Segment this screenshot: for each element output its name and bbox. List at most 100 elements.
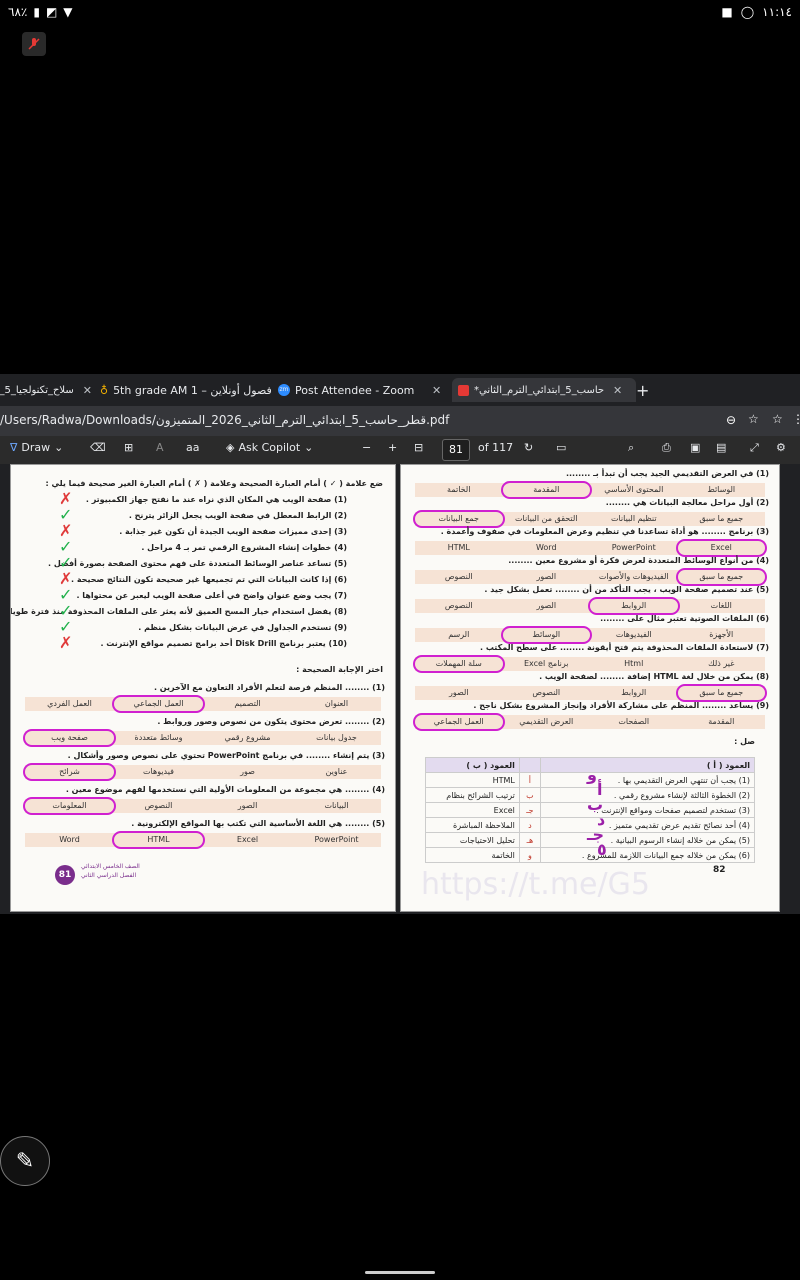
page-number: 82 bbox=[713, 865, 726, 875]
zoom-out-button[interactable]: − bbox=[362, 441, 371, 454]
statement-item: (1) صفحة الويب هي المكان الذي نراه عند م… bbox=[85, 495, 347, 504]
mcq-options: النصوص الصور الروابط اللغات bbox=[415, 597, 765, 615]
statement-item: (3) إحدى مميزات صفحة الويب الجيدة أن تكو… bbox=[119, 527, 347, 536]
mcq-options: الصور النصوص الروابط جميع ما سبق bbox=[415, 684, 767, 702]
mcq-option: الوسائط bbox=[707, 485, 736, 494]
page-number-input[interactable]: 81 bbox=[442, 439, 470, 461]
page-view-icon[interactable]: ▭ bbox=[556, 441, 566, 454]
question-2-title: صل : bbox=[734, 737, 755, 746]
chevron-down-icon: ⌄ bbox=[54, 441, 64, 454]
mcq-question: (3) برنامج ........ هو أداة تساعدنا في ت… bbox=[440, 527, 769, 536]
draw-label: Draw bbox=[21, 441, 51, 454]
edit-pencil-button[interactable]: ✎ bbox=[0, 1136, 50, 1186]
save-as-icon[interactable]: ▤ bbox=[716, 441, 726, 454]
tab-4-active[interactable]: *قطر_حاسب_5_ابتدائي_الترم_الثاني ✕ bbox=[452, 378, 636, 402]
copilot-icon: ◈ bbox=[226, 441, 235, 454]
zoom-icon: zm bbox=[278, 384, 290, 396]
mcq-question: (3) يتم إنشاء ........ في برنامج PowerPo… bbox=[67, 751, 385, 760]
statement-item: (2) الرابط المعطل في صفحة الويب يجعل الز… bbox=[128, 511, 347, 520]
mcq-option: جميع ما سبق bbox=[675, 684, 767, 702]
statement-item: (4) خطوات إنشاء المشروع الرقمي تمر بـ 4 … bbox=[141, 543, 347, 552]
mcq-option: سلة المهملات bbox=[413, 655, 505, 673]
statement-item: (10) يعتبر برنامج Disk Drill أحد برامج ت… bbox=[100, 639, 347, 648]
mcq-options: سلة المهملات برنامج Excel Html غير ذلك bbox=[413, 655, 765, 673]
mcq-option: فيديوهات bbox=[143, 767, 174, 776]
mcq-option: جميع ما سبق bbox=[699, 514, 744, 523]
column-a-cell: (4) أحد نصائح تقديم عرض تقديمي متميز . bbox=[539, 817, 756, 833]
mcq-question: (4) من أنواع الوسائط المتعددة لعرض فكرة … bbox=[508, 556, 769, 565]
letter-cell: د bbox=[518, 817, 541, 833]
mcq-option: الخاتمة bbox=[447, 485, 471, 494]
mcq-options: شرائح فيديوهات صور عناوين bbox=[23, 763, 381, 781]
close-icon[interactable]: ✕ bbox=[83, 384, 92, 397]
chevron-down-icon: ⌄ bbox=[304, 441, 314, 454]
mcq-option: تنظيم البيانات bbox=[610, 514, 657, 523]
close-icon[interactable]: ✕ bbox=[613, 384, 622, 397]
column-b-cell: Excel bbox=[425, 802, 520, 818]
statement-item: (9) تستخدم الجداول في عرض البيانات بشكل … bbox=[138, 623, 347, 632]
read-aloud-icon[interactable]: aa bbox=[186, 441, 199, 454]
tab-label: *قطر_حاسب_5_ابتدائي_الترم_الثاني bbox=[474, 384, 604, 396]
whatsapp-icon: ◯ bbox=[740, 5, 755, 19]
address-text[interactable]: /Users/Radwa/Downloads/قطر_حاسب_5_ابتدائ… bbox=[0, 413, 449, 427]
zoom-in-button[interactable]: + bbox=[388, 441, 397, 454]
ask-copilot-button[interactable]: ◈ Ask Copilot ⌄ bbox=[226, 441, 313, 454]
mcq-option: جمع البيانات bbox=[413, 510, 505, 528]
mcq-option: الروابط bbox=[621, 688, 647, 697]
column-a-cell: (3) تستخدم لتصميم صفحات ومواقع الإنترنت … bbox=[539, 802, 756, 818]
text-box-icon[interactable]: ⊞ bbox=[124, 441, 133, 454]
home-indicator[interactable] bbox=[365, 1271, 435, 1274]
wifi-icon: ▼ bbox=[63, 5, 73, 19]
column-a-header: العمود ( أ ) bbox=[539, 757, 756, 773]
mcq-option: برنامج Excel bbox=[524, 659, 569, 668]
mcq-option: الرسم bbox=[448, 630, 470, 639]
search-icon[interactable]: ⌕ bbox=[628, 441, 634, 455]
address-bar[interactable]: /Users/Radwa/Downloads/قطر_حاسب_5_ابتدائ… bbox=[0, 406, 800, 436]
mcq-option: وسائط متعددة bbox=[134, 733, 183, 742]
tab-1[interactable]: سلاح_تكنولجيا_5_ابتدائ ✕ bbox=[0, 378, 92, 402]
column-b-cell: HTML bbox=[425, 772, 520, 788]
mcq-option: الصور bbox=[237, 801, 258, 810]
tab-label: 5th grade AM 1 – فصول أونلاين bbox=[113, 383, 272, 397]
mcq-option: الصور bbox=[448, 688, 469, 697]
mcq-option: العنوان bbox=[324, 699, 349, 708]
favorites-icon[interactable]: ☆ bbox=[772, 412, 783, 426]
tab-3[interactable]: zm Post Attendee - Zoom ✕ bbox=[278, 378, 446, 402]
mcq-options: المعلومات النصوص الصور البيانات bbox=[23, 797, 381, 815]
mcq-option: غير ذلك bbox=[708, 659, 735, 668]
pdf-icon bbox=[458, 384, 469, 396]
mcq-question: (1) في العرض التقديمي الجيد يجب أن تبدأ … bbox=[565, 469, 769, 478]
extensions-icon[interactable]: ⋮ bbox=[792, 412, 800, 426]
new-tab-button[interactable]: + bbox=[636, 378, 649, 402]
column-a-cell: (6) يمكن من خلاله جمع البيانات اللازمة ل… bbox=[539, 847, 756, 863]
mcq-options: الخاتمة المقدمة المحتوى الأساسي الوسائط bbox=[415, 481, 765, 499]
star-icon[interactable]: ☆ bbox=[748, 412, 759, 426]
mcq-question: (4) ........ هي مجموعة من المعلومات الأو… bbox=[65, 785, 385, 794]
fit-page-icon[interactable]: ⊟ bbox=[414, 441, 423, 454]
cross-mark-icon: ✗ bbox=[59, 633, 73, 652]
fullscreen-icon[interactable]: ⤢ bbox=[750, 441, 759, 455]
no-sim-icon: ◩ bbox=[45, 5, 58, 19]
mic-muted-icon[interactable] bbox=[22, 32, 46, 56]
mcq-question: (2) ........ تعرض محتوى يتكون من نصوص وص… bbox=[157, 717, 385, 726]
mcq-options: Word HTML Excel PowerPoint bbox=[25, 831, 381, 849]
mcq-option: اللغات bbox=[710, 601, 732, 610]
settings-gear-icon[interactable]: ⚙ bbox=[776, 441, 786, 454]
close-icon[interactable]: ✕ bbox=[432, 384, 441, 397]
ask-copilot-label: Ask Copilot bbox=[238, 441, 301, 454]
letter-cell: هـ bbox=[518, 832, 541, 848]
save-icon[interactable]: ▣ bbox=[690, 441, 700, 454]
print-icon[interactable]: ⎙ bbox=[662, 441, 671, 455]
eraser-icon[interactable]: ⌫ bbox=[90, 441, 106, 454]
text-size-icon[interactable]: A bbox=[156, 441, 164, 454]
column-b-cell: تحليل الاحتياجات bbox=[425, 832, 520, 848]
column-b-cell: الخاتمة bbox=[425, 847, 520, 863]
mcq-option: شرائح bbox=[23, 763, 116, 781]
watermark: https://t.me/G5 bbox=[421, 867, 650, 902]
zoom-out-icon[interactable]: ⊖ bbox=[726, 413, 736, 427]
tab-2[interactable]: ♁ 5th grade AM 1 – فصول أونلاين ✕ bbox=[100, 378, 275, 402]
status-left: ٦٨٪ ▮ ◩ ▼ bbox=[8, 5, 73, 19]
rotate-icon[interactable]: ↻ bbox=[524, 441, 533, 454]
draw-button[interactable]: ∇ Draw ⌄ bbox=[10, 441, 63, 454]
mcq-option: العمل الفردي bbox=[47, 699, 92, 708]
